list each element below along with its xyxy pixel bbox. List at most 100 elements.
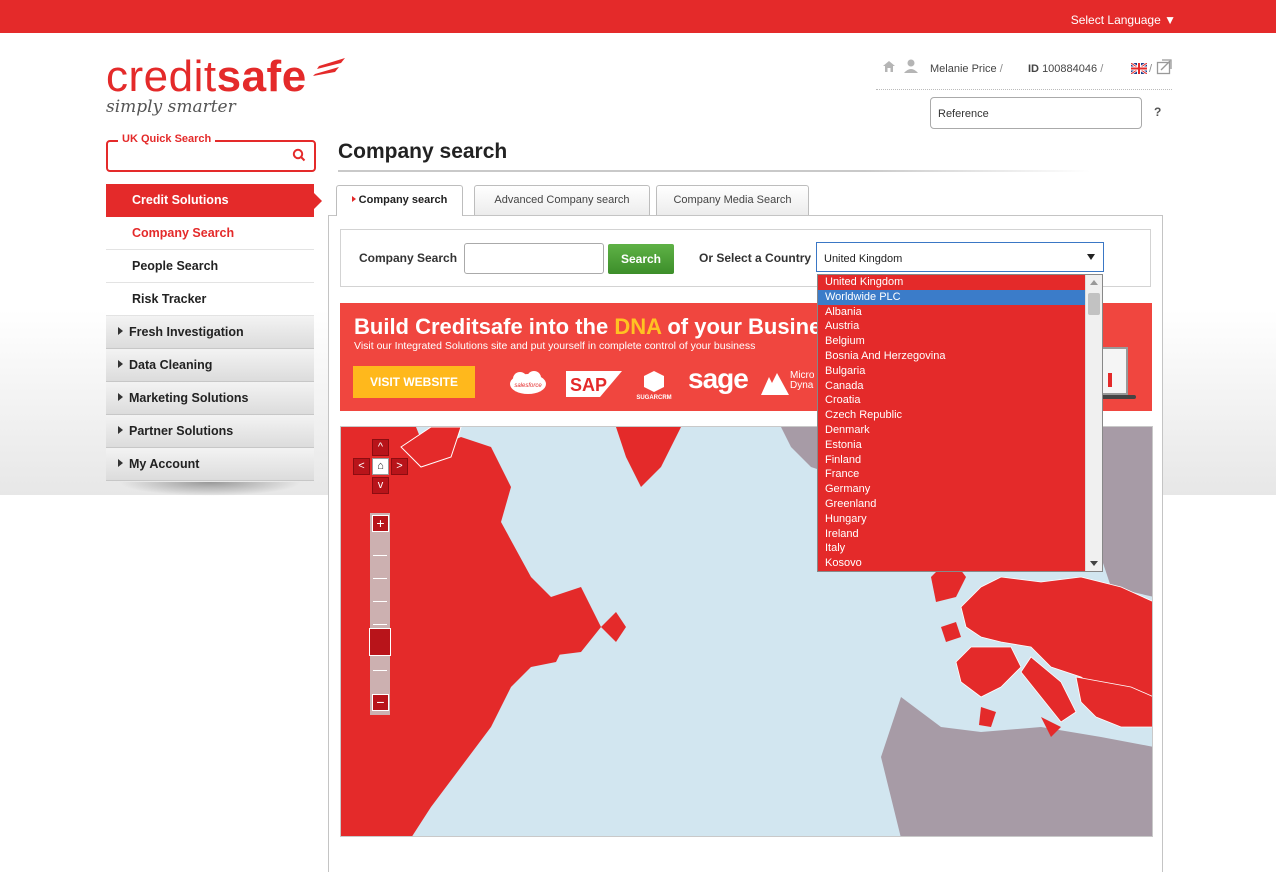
scroll-down-icon[interactable] bbox=[1090, 561, 1098, 566]
dropdown-option[interactable]: Hungary bbox=[818, 512, 1086, 527]
search-button[interactable]: Search bbox=[608, 244, 674, 274]
caret-right-icon bbox=[118, 393, 123, 401]
caret-right-icon bbox=[118, 459, 123, 467]
logout-icon[interactable] bbox=[1156, 59, 1172, 75]
dropdown-option[interactable]: Estonia bbox=[818, 438, 1086, 453]
country-select-value: United Kingdom bbox=[824, 253, 903, 265]
pan-down-button[interactable]: v bbox=[372, 477, 389, 494]
logo-text-safe: safe bbox=[216, 52, 307, 101]
sidebar-nav: Credit Solutions Company Search People S… bbox=[106, 184, 322, 481]
dropdown-option[interactable]: United Kingdom bbox=[818, 275, 1086, 290]
sidebar-section-partner-solutions[interactable]: Partner Solutions bbox=[106, 415, 314, 448]
dropdown-option[interactable]: Denmark bbox=[818, 423, 1086, 438]
separator: / bbox=[1100, 63, 1104, 75]
sidebar-section-label: Partner Solutions bbox=[129, 424, 234, 438]
dropdown-option[interactable]: Germany bbox=[818, 482, 1086, 497]
top-bar: Select Language ▼ bbox=[0, 0, 1276, 33]
separator: / bbox=[999, 63, 1003, 75]
tab-company-media-search[interactable]: Company Media Search bbox=[656, 185, 809, 215]
tab-label: Company search bbox=[358, 194, 448, 206]
dropdown-option[interactable]: Greenland bbox=[818, 497, 1086, 512]
sidebar-item-company-search[interactable]: Company Search bbox=[106, 217, 314, 250]
microsoft-dynamics-text: Micro Dyna bbox=[790, 371, 814, 391]
banner-headline: Build Creditsafe into the DNA of your Bu… bbox=[354, 314, 846, 340]
dropdown-option[interactable]: Czech Republic bbox=[818, 408, 1086, 423]
scroll-thumb[interactable] bbox=[1088, 293, 1100, 315]
scroll-up-icon[interactable] bbox=[1090, 280, 1098, 285]
sidebar-section-label: My Account bbox=[129, 457, 200, 471]
separator: / bbox=[1149, 63, 1153, 75]
id-value: 100884046 bbox=[1042, 63, 1098, 75]
dropdown-option-highlighted[interactable]: Worldwide PLC bbox=[818, 289, 1086, 305]
caret-right-icon bbox=[118, 360, 123, 368]
pan-right-button[interactable]: > bbox=[391, 458, 408, 475]
dropdown-option[interactable]: Belgium bbox=[818, 334, 1086, 349]
tab-label: Company Media Search bbox=[673, 194, 792, 206]
country-select[interactable]: United Kingdom bbox=[816, 242, 1104, 272]
quick-search-legend: UK Quick Search bbox=[118, 133, 216, 145]
company-search-input[interactable] bbox=[464, 243, 604, 274]
sidebar-item-risk-tracker[interactable]: Risk Tracker bbox=[106, 283, 314, 316]
dropdown-option[interactable]: Croatia bbox=[818, 393, 1086, 408]
sidebar-section-marketing-solutions[interactable]: Marketing Solutions bbox=[106, 382, 314, 415]
dropdown-option[interactable]: Albania bbox=[818, 305, 1086, 320]
tab-label: Advanced Company search bbox=[494, 194, 630, 206]
reference-input[interactable]: Reference bbox=[930, 97, 1142, 129]
user-name: Melanie Price / bbox=[930, 63, 1003, 75]
caret-right-icon bbox=[118, 426, 123, 434]
pan-up-button[interactable]: ^ bbox=[372, 439, 389, 456]
zoom-slider-track[interactable] bbox=[370, 513, 390, 715]
help-icon[interactable]: ? bbox=[1154, 105, 1161, 119]
zoom-tick bbox=[373, 555, 387, 556]
salesforce-logo: salesforce bbox=[510, 371, 546, 394]
zoom-out-button[interactable]: − bbox=[372, 694, 389, 711]
dropdown-scrollbar[interactable] bbox=[1085, 275, 1102, 571]
company-search-label: Company Search bbox=[359, 251, 458, 265]
sap-logo: SAP bbox=[566, 371, 622, 397]
dropdown-option[interactable]: Canada bbox=[818, 379, 1086, 394]
salesforce-logo-text: salesforce bbox=[514, 383, 542, 389]
sidebar-header-credit-solutions[interactable]: Credit Solutions bbox=[106, 184, 322, 217]
sidebar-section-fresh-investigation[interactable]: Fresh Investigation bbox=[106, 316, 314, 349]
dropdown-option[interactable]: Bulgaria bbox=[818, 364, 1086, 379]
logo-swoosh-icon bbox=[313, 58, 345, 76]
home-icon[interactable] bbox=[882, 60, 896, 73]
zoom-tick bbox=[373, 624, 387, 625]
headline-text: Build Creditsafe into the bbox=[354, 314, 615, 339]
zoom-tick bbox=[373, 601, 387, 602]
sidebar-section-label: Fresh Investigation bbox=[129, 325, 244, 339]
sidebar-section-my-account[interactable]: My Account bbox=[106, 448, 314, 481]
dropdown-option[interactable]: Kosovo bbox=[818, 556, 1086, 571]
page-title: Company search bbox=[338, 140, 508, 163]
banner-subline: Visit our Integrated Solutions site and … bbox=[354, 340, 756, 352]
caret-right-icon bbox=[351, 196, 356, 202]
creditsafe-logo[interactable]: creditsafe simply smarter bbox=[106, 52, 345, 117]
map-home-button[interactable]: ⌂ bbox=[372, 458, 389, 475]
sidebar-section-label: Marketing Solutions bbox=[129, 391, 249, 405]
uk-quick-search-input[interactable]: UK Quick Search bbox=[106, 133, 316, 172]
dropdown-option[interactable]: Bosnia And Herzegovina bbox=[818, 349, 1086, 364]
sidebar-shadow bbox=[118, 482, 302, 496]
tab-company-search[interactable]: Company search bbox=[336, 185, 463, 216]
user-info-bar: Melanie Price / ID 100884046 / / bbox=[876, 58, 1172, 90]
dropdown-option[interactable]: Finland bbox=[818, 453, 1086, 468]
dropdown-option[interactable]: Italy bbox=[818, 541, 1086, 556]
id-label: ID bbox=[1028, 63, 1039, 75]
pan-left-button[interactable]: < bbox=[353, 458, 370, 475]
user-name-text: Melanie Price bbox=[930, 63, 997, 75]
visit-website-button[interactable]: VISIT WEBSITE bbox=[353, 366, 475, 398]
dropdown-option[interactable]: Ireland bbox=[818, 527, 1086, 542]
country-dropdown-list[interactable]: United Kingdom Worldwide PLC Albania Aus… bbox=[817, 274, 1103, 572]
zoom-slider-handle[interactable] bbox=[369, 628, 391, 656]
search-icon[interactable] bbox=[292, 148, 306, 162]
sidebar-item-people-search[interactable]: People Search bbox=[106, 250, 314, 283]
dropdown-option[interactable]: France bbox=[818, 467, 1086, 482]
uk-flag-icon[interactable] bbox=[1131, 63, 1147, 74]
partner-text: Dyna bbox=[790, 380, 814, 391]
select-language-dropdown[interactable]: Select Language ▼ bbox=[1071, 13, 1176, 27]
sidebar-section-data-cleaning[interactable]: Data Cleaning bbox=[106, 349, 314, 382]
tab-advanced-company-search[interactable]: Advanced Company search bbox=[474, 185, 650, 215]
zoom-in-button[interactable]: + bbox=[372, 515, 389, 532]
dropdown-option[interactable]: Austria bbox=[818, 319, 1086, 334]
microsoft-dynamics-logo bbox=[761, 373, 789, 395]
